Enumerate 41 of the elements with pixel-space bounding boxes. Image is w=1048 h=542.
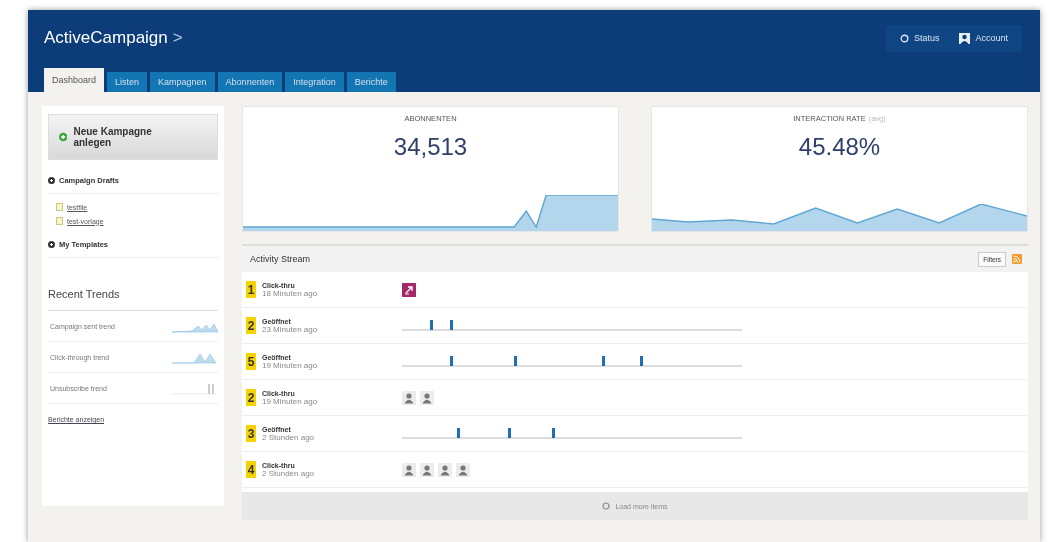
activity-time: 23 Minuten ago bbox=[262, 324, 319, 334]
stat-value: 34,513 bbox=[393, 133, 468, 161]
nav-tab[interactable]: Berichte bbox=[346, 72, 396, 92]
nav-tab[interactable]: Listen bbox=[107, 72, 148, 92]
nav-tab[interactable]: Kampagnen bbox=[150, 72, 215, 92]
count-badge: 5 bbox=[246, 353, 256, 370]
count-badge: 4 bbox=[246, 461, 256, 478]
count-badge: 1 bbox=[246, 281, 256, 298]
nav-tab[interactable]: Dashboard bbox=[44, 68, 105, 92]
count-badge: 2 bbox=[246, 389, 256, 406]
stat-value: 45.48% bbox=[798, 133, 881, 161]
trends-heading: Recent Trends bbox=[48, 288, 218, 311]
activity-time: 2 Stunden ago bbox=[262, 432, 316, 442]
contact-icon bbox=[456, 462, 470, 477]
contact-icon bbox=[402, 390, 416, 405]
contact-icon bbox=[402, 462, 416, 477]
contact-icon bbox=[420, 390, 434, 405]
contact-icon bbox=[438, 462, 452, 477]
stream-title: Activity Stream bbox=[250, 254, 310, 264]
clock-icon bbox=[899, 33, 909, 43]
rss-icon bbox=[1012, 254, 1022, 264]
nav-tab[interactable]: Abonnenten bbox=[217, 72, 283, 92]
app-logo[interactable]: ActiveCampaign > bbox=[44, 28, 183, 48]
message-icon bbox=[402, 282, 416, 297]
count-badge: 2 bbox=[246, 317, 256, 334]
user-icon bbox=[959, 32, 971, 44]
sparkline-chart bbox=[170, 381, 218, 395]
activity-time: 19 Minuten ago bbox=[262, 396, 319, 406]
nav-tab[interactable]: Integration bbox=[285, 72, 344, 92]
status-button[interactable]: Status bbox=[893, 29, 946, 47]
expand-icon bbox=[48, 241, 55, 248]
activity-time: 2 Stunden ago bbox=[262, 468, 316, 478]
contact-icon bbox=[420, 462, 434, 477]
account-button[interactable]: Account bbox=[953, 29, 1014, 47]
count-badge: 3 bbox=[246, 425, 256, 442]
new-campaign-button[interactable]: Neue Kampagne anlegen bbox=[48, 114, 218, 160]
expand-icon bbox=[48, 177, 55, 184]
plus-icon bbox=[59, 131, 68, 143]
activity-time: 18 Minuten ago bbox=[262, 288, 319, 298]
refresh-icon bbox=[602, 502, 611, 510]
activity-time: 19 Minuten ago bbox=[262, 360, 319, 370]
